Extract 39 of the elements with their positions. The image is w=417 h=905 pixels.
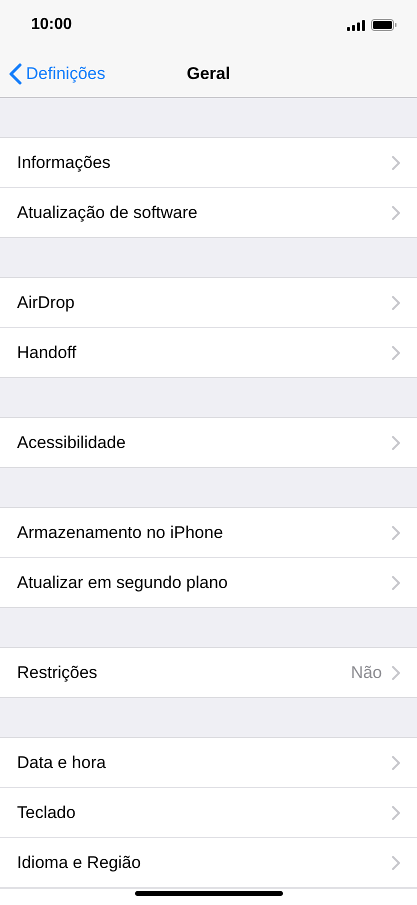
row-label: Acessibilidade (17, 432, 127, 452)
chevron-right-icon (392, 526, 400, 540)
chevron-left-icon (9, 62, 22, 84)
settings-row[interactable]: Atualização de software (0, 188, 417, 237)
chevron-right-icon (392, 856, 400, 870)
settings-row[interactable]: AirDrop (0, 278, 417, 328)
settings-row[interactable]: Informações (0, 138, 417, 188)
chevron-right-icon (392, 666, 400, 680)
settings-row[interactable]: Teclado (0, 788, 417, 838)
settings-row[interactable]: Handoff (0, 328, 417, 377)
chevron-right-icon (392, 296, 400, 310)
status-time: 10:00 (31, 16, 72, 34)
row-label: Handoff (17, 342, 78, 362)
battery-icon (371, 19, 397, 31)
row-label: AirDrop (17, 292, 76, 312)
chevron-right-icon (392, 576, 400, 590)
settings-row[interactable]: Atualizar em segundo plano (0, 558, 417, 607)
row-label: Atualizar em segundo plano (17, 572, 229, 592)
back-button[interactable]: Definições (0, 62, 112, 86)
row-label: Restrições (17, 662, 98, 682)
row-label: Idioma e Região (17, 852, 142, 872)
row-label: Data e hora (17, 752, 107, 772)
chevron-right-icon (392, 436, 400, 450)
row-value: Não (350, 662, 382, 682)
chevron-right-icon (392, 156, 400, 170)
chevron-right-icon (392, 206, 400, 220)
row-label: Atualização de software (17, 202, 198, 222)
chevron-right-icon (392, 756, 400, 770)
chevron-right-icon (392, 806, 400, 820)
settings-row[interactable]: Acessibilidade (0, 418, 417, 467)
settings-row[interactable]: Data e hora (0, 738, 417, 788)
signal-icon (347, 20, 365, 30)
row-label: Teclado (17, 802, 77, 822)
page-title: Geral (186, 64, 230, 84)
settings-row[interactable]: Armazenamento no iPhone (0, 508, 417, 558)
row-label: Informações (17, 152, 112, 172)
row-label: Armazenamento no iPhone (17, 522, 224, 542)
chevron-right-icon (392, 346, 400, 360)
settings-row[interactable]: Restrições Não (0, 648, 417, 697)
